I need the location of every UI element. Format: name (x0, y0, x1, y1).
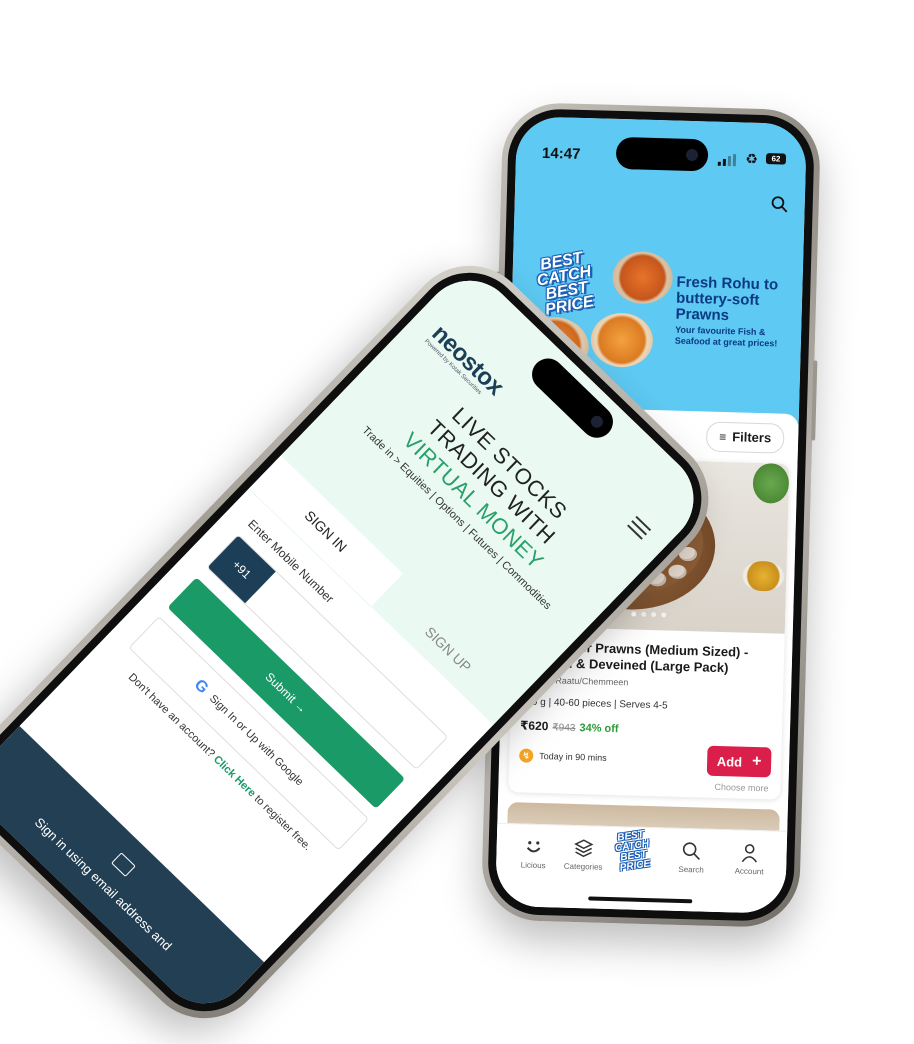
mail-icon (111, 852, 136, 877)
search-icon (682, 842, 700, 861)
bottom-tab-bar: Licious Categories BEST CATCH BEST PRICE… (495, 822, 788, 914)
home-indicator[interactable] (588, 896, 693, 904)
tab-search[interactable]: Search (664, 841, 719, 875)
fish-curry-bowl-2 (590, 312, 654, 368)
image-carousel-dots[interactable] (631, 611, 667, 618)
status-time: 14:47 (541, 144, 581, 163)
banner-title: Fresh Rohu to buttery-soft Prawns (675, 273, 779, 325)
sliders-icon: ≡ (718, 429, 727, 445)
tab-licious[interactable]: Licious (506, 836, 561, 870)
smile-icon (526, 841, 541, 853)
delivery-info: ↯ Today in 90 mins (519, 748, 607, 764)
bolt-icon: ↯ (519, 748, 534, 763)
add-label: Add (716, 753, 743, 770)
fish-curry-bowl (611, 250, 674, 305)
tab-categories[interactable]: Categories (556, 837, 611, 872)
product-price-row: ₹620 ₹943 34% off (520, 718, 619, 735)
plus-icon: + (751, 752, 762, 771)
product-meta: 500 g | 40-60 pieces | Serves 4-5 (520, 696, 668, 712)
hamburger-menu-icon[interactable] (624, 513, 654, 543)
discount: 34% off (579, 722, 619, 736)
choose-more-link[interactable]: Choose more (714, 782, 768, 794)
price: ₹620 (519, 718, 549, 734)
dynamic-island (615, 136, 709, 172)
add-button[interactable]: Add + (706, 745, 772, 778)
best-catch-tab-badge[interactable]: BEST CATCH BEST PRICE (607, 829, 660, 883)
signal-icon (717, 154, 737, 167)
battery-icon: 62 (765, 153, 787, 165)
filters-button[interactable]: ≡ Filters (705, 421, 785, 454)
banner-subtitle: Your favourite Fish & Seafood at great p… (674, 324, 778, 349)
filters-label: Filters (731, 429, 772, 446)
status-bar: 14:47 ♻ 62 (516, 136, 807, 172)
old-price: ₹943 (552, 722, 576, 734)
search-icon[interactable] (770, 195, 788, 213)
turmeric-bowl (741, 560, 785, 592)
wifi-icon: ♻ (745, 150, 759, 167)
delivery-text: Today in 90 mins (539, 750, 607, 763)
power-button (811, 360, 818, 441)
plant-decor (752, 462, 790, 504)
layers-icon (574, 839, 594, 858)
tab-account[interactable]: Account (722, 842, 777, 876)
user-icon (741, 844, 758, 863)
